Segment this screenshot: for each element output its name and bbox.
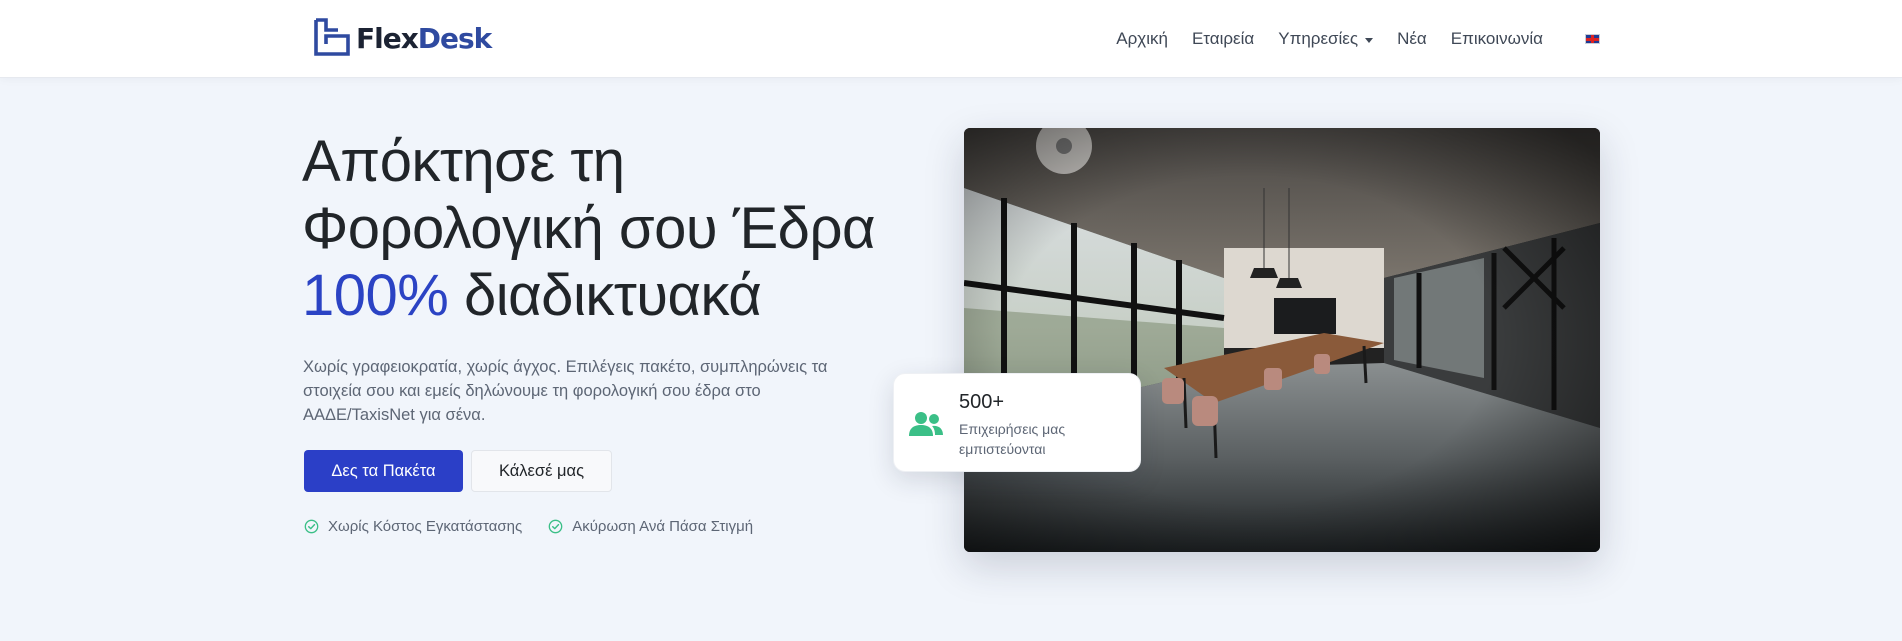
navbar: FlexDesk Αρχική Εταιρεία Υπηρεσίες Νέα Ε… [0,0,1902,78]
check-circle-icon [548,519,563,534]
office-photo [964,128,1600,552]
chevron-down-icon [1365,37,1374,43]
nav-services-dropdown[interactable]: Υπηρεσίες [1278,29,1374,49]
view-packages-button[interactable]: Δες τα Πακέτα [304,450,463,492]
nav-home[interactable]: Αρχική [1116,29,1168,49]
uk-flag-icon[interactable] [1585,34,1600,44]
call-us-button[interactable]: Κάλεσέ μας [471,450,612,492]
nav-news[interactable]: Νέα [1397,29,1427,49]
hero-title-line1: Απόκτησε τη [302,129,625,194]
hero-title-accent: 100% [302,263,449,328]
hero-description: Χωρίς γραφειοκρατία, χωρίς άγχος. Επιλέγ… [303,358,828,424]
feature-item: Ακύρωση Ανά Πάσα Στιγμή [548,518,753,535]
main-nav: Αρχική Εταιρεία Υπηρεσίες Νέα Επικοινωνί… [1092,0,1600,78]
feature-list: Χωρίς Κόστος Εγκατάστασης Ακύρωση Ανά Πά… [304,518,779,535]
users-icon [909,412,943,436]
brand-name: FlexDesk [356,22,492,55]
hero-title-line2: Φορολογική σου Έδρα [302,196,876,261]
hero-title-line3-text: διαδικτυακά [448,263,762,328]
brand-logo[interactable]: FlexDesk [312,18,492,60]
hero-title-line3: 100% διαδικτυακά [302,262,922,329]
nav-services-label: Υπηρεσίες [1278,29,1359,48]
nav-contact[interactable]: Επικοινωνία [1451,29,1543,49]
check-circle-icon [304,519,319,534]
stat-label: Επιχειρήσεις μας εμπιστεύονται [959,421,1066,457]
office-illustration [964,128,1600,552]
feature-item: Χωρίς Κόστος Εγκατάστασης [304,518,522,535]
stat-number: 500+ [959,391,1005,413]
hero-title: Απόκτησε τη Φορολογική σου Έδρα 100% δια… [302,128,922,329]
flexdesk-logo-icon [314,18,350,56]
feature-label: Χωρίς Κόστος Εγκατάστασης [328,518,523,535]
feature-label: Ακύρωση Ανά Πάσα Στιγμή [572,518,754,535]
nav-company[interactable]: Εταιρεία [1192,29,1254,49]
trust-stat-card: 500+ Επιχειρήσεις μας εμπιστεύονται [893,373,1141,472]
